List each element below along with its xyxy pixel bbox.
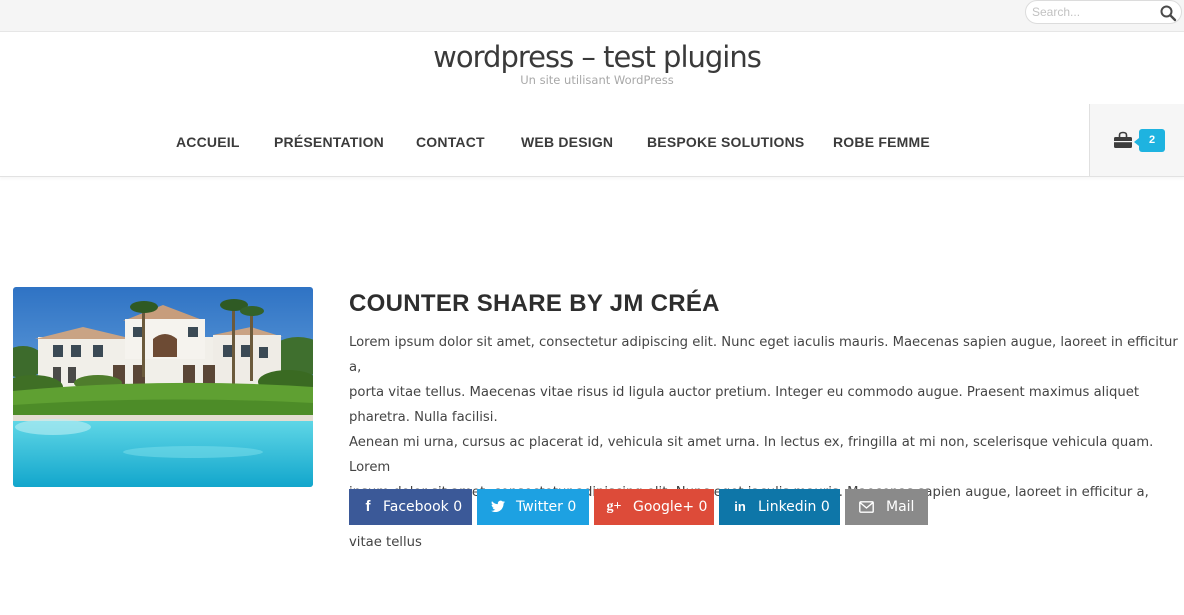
search-icon[interactable]	[1159, 4, 1177, 22]
facebook-share-label: Facebook 0	[383, 499, 463, 515]
mail-icon	[859, 501, 874, 513]
search-input[interactable]	[1032, 4, 1152, 20]
twitter-share-label: Twitter 0	[516, 499, 577, 515]
villa-illustration	[13, 287, 313, 487]
nav-item-robe-femme[interactable]: ROBE FEMME	[833, 134, 930, 150]
shopping-bag-icon	[1114, 131, 1132, 148]
post-text-line: Lorem ipsum dolor sit amet, consectetur …	[349, 335, 1178, 375]
cart-count: 2	[1148, 134, 1156, 146]
mail-share-button[interactable]: Mail	[845, 489, 928, 525]
search-box[interactable]	[1025, 0, 1182, 24]
villa-pool-photo[interactable]	[13, 287, 313, 487]
linkedin-share-button[interactable]: in Linkedin 0	[719, 489, 840, 525]
twitter-icon	[491, 500, 505, 513]
twitter-share-button[interactable]: Twitter 0	[477, 489, 589, 525]
site-title[interactable]: wordpress – test plugins	[0, 40, 1184, 74]
nav-item-accueil[interactable]: ACCUEIL	[176, 134, 240, 150]
google-plus-share-button[interactable]: g+ Google+ 0	[594, 489, 714, 525]
facebook-share-button[interactable]: f Facebook 0	[349, 489, 472, 525]
nav-item-contact[interactable]: CONTACT	[416, 134, 485, 150]
mail-share-label: Mail	[886, 499, 915, 515]
top-bar	[0, 0, 1184, 32]
google-plus-share-label: Google+ 0	[633, 499, 708, 515]
nav-item-web-design[interactable]: WEB DESIGN	[521, 134, 613, 150]
linkedin-share-label: Linkedin 0	[758, 499, 830, 515]
post-text-line: vitae tellus	[349, 535, 422, 550]
nav-item-presentation[interactable]: PRÉSENTATION	[274, 134, 384, 150]
badge-pointer	[1134, 138, 1139, 146]
post-title[interactable]: COUNTER SHARE BY JM CRÉA	[349, 290, 720, 318]
cart-button[interactable]: 2	[1089, 104, 1184, 176]
facebook-icon: f	[365, 498, 371, 515]
post-text-line: Aenean mi urna, cursus ac placerat id, v…	[349, 435, 1154, 475]
main-navigation: ACCUEIL PRÉSENTATION CONTACT WEB DESIGN …	[0, 104, 1184, 177]
site-tagline: Un site utilisant WordPress	[520, 73, 674, 87]
nav-item-bespoke-solutions[interactable]: BESPOKE SOLUTIONS	[647, 134, 804, 150]
post-text-line: pharetra. Nulla facilisi.	[349, 410, 498, 425]
linkedin-icon: in	[734, 499, 746, 514]
google-plus-icon: g+	[606, 499, 622, 514]
cart-count-badge: 2	[1134, 129, 1165, 152]
post-text-line: porta vitae tellus. Maecenas vitae risus…	[349, 385, 1139, 400]
